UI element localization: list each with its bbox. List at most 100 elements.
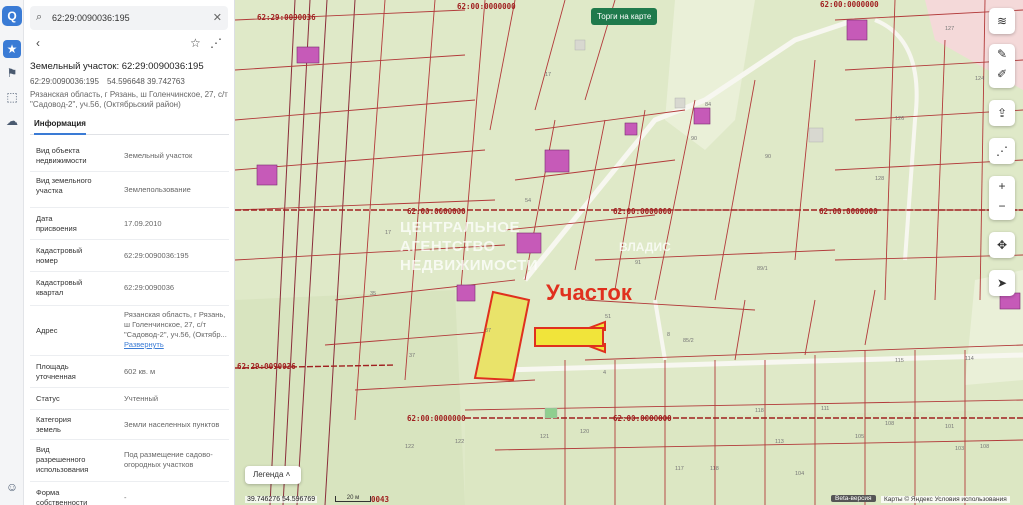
chevron-up-icon: ˄ — [285, 470, 291, 479]
svg-text:89/1: 89/1 — [757, 266, 768, 272]
property-label: Вид земельного участка — [36, 176, 92, 195]
svg-text:4: 4 — [603, 370, 606, 376]
user-icon[interactable]: ☺ — [3, 478, 21, 496]
property-label: Адрес — [36, 326, 58, 335]
svg-text:118: 118 — [710, 466, 719, 472]
svg-text:127: 127 — [945, 26, 954, 32]
share-icon[interactable]: ⋰ — [210, 36, 222, 50]
svg-text:101: 101 — [945, 424, 954, 430]
torgi-button[interactable]: Торги на карте — [591, 8, 658, 25]
tabs: Информация — [30, 117, 229, 135]
beta-badge: Beta-версия — [831, 495, 876, 502]
pencil-icon[interactable]: ✎ — [997, 47, 1007, 61]
watermark-vladis: ВЛАДИС — [619, 240, 671, 254]
property-label: Кадастровый номер — [36, 246, 83, 265]
property-value: Под размещение садово-огородных участков — [124, 450, 213, 469]
search-box[interactable]: ⌕ 62:29:0090036:195 ✕ — [30, 6, 228, 30]
edit-tools[interactable]: ✎ ✐ — [989, 44, 1015, 88]
svg-text:17: 17 — [545, 72, 551, 78]
expand-link[interactable]: Развернуть — [124, 340, 228, 350]
svg-text:104: 104 — [795, 471, 804, 477]
svg-text:124: 124 — [975, 76, 984, 82]
arrow-shaft — [534, 327, 604, 347]
select-icon[interactable]: ⬚ — [3, 88, 21, 106]
left-rail: Q ★ ⚑ ⬚ ☁ ☺ — [0, 0, 24, 505]
svg-text:54: 54 — [525, 198, 531, 204]
cloud-upload-icon[interactable]: ⇪ — [989, 100, 1015, 126]
legend-label: Легенда — [253, 470, 284, 479]
building — [624, 122, 638, 136]
star-icon[interactable]: ★ — [3, 40, 21, 58]
svg-text:37: 37 — [409, 353, 415, 359]
property-row: Вид объекта недвижимости Земельный участо… — [30, 140, 229, 172]
property-label: Вид разрешенного использования — [36, 445, 89, 474]
favorite-star-icon[interactable]: ☆ — [190, 36, 201, 50]
structure — [674, 97, 686, 109]
property-label: Площадь уточненная — [36, 362, 76, 381]
svg-text:108: 108 — [885, 421, 894, 427]
svg-text:84: 84 — [705, 102, 711, 108]
property-value: 602 кв. м — [124, 367, 156, 376]
panel-nav: ‹ ☆ ⋰ — [24, 36, 234, 54]
svg-text:108: 108 — [980, 444, 989, 450]
parcel-number[interactable]: 62:29:0090036:195 — [30, 77, 99, 86]
building — [544, 149, 570, 173]
map-copyright[interactable]: Карты © Яндекс Условия использования — [881, 496, 1010, 503]
svg-text:90: 90 — [691, 136, 697, 142]
close-icon[interactable]: ✕ — [213, 11, 222, 24]
zoom-in-icon[interactable]: + — [998, 179, 1005, 193]
svg-text:17: 17 — [385, 230, 391, 236]
svg-text:37: 37 — [485, 328, 491, 334]
watermark-line: ЦЕНТРАЛЬНОЕ — [400, 219, 520, 236]
svg-text:85/2: 85/2 — [683, 338, 694, 344]
cadastral-label: 62:29:0090036 — [237, 362, 296, 371]
parcel-coords[interactable]: 54.596648 39.742763 — [107, 77, 185, 86]
edit-icon[interactable]: ✐ — [997, 67, 1007, 81]
property-value: Учтенный — [124, 394, 159, 403]
svg-text:8: 8 — [667, 332, 670, 338]
app-logo[interactable]: Q — [2, 6, 22, 26]
cadastral-label: 62:00:0000000 — [613, 414, 672, 423]
legend-button[interactable]: Легенда ˄ — [245, 466, 301, 484]
structure — [808, 127, 824, 143]
zoom-out-icon[interactable]: − — [998, 199, 1005, 213]
watermark-line: АГЕНТСТВО — [400, 238, 496, 255]
building — [846, 19, 868, 41]
building — [693, 107, 711, 125]
zoom-control[interactable]: + − — [989, 176, 1015, 220]
parcel-title: Земельный участок: 62:29:0090036:195 — [30, 61, 204, 72]
svg-text:122: 122 — [405, 444, 414, 450]
property-row: Форма собственности - — [30, 482, 229, 505]
watermark-line: НЕДВИЖИМОСТИ — [400, 257, 539, 274]
parcel-sub: 62:29:0090036:195 54.596648 39.742763 — [30, 77, 185, 86]
property-row: Кадастровый номер 62:29:0090036:195 — [30, 240, 229, 272]
flag-icon[interactable]: ⚑ — [3, 64, 21, 82]
cadastral-label: 62:00:0000000 — [819, 207, 878, 216]
svg-text:128: 128 — [875, 176, 884, 182]
layers-icon[interactable]: ≋ — [989, 8, 1015, 34]
back-icon[interactable]: ‹ — [36, 36, 40, 50]
move-icon[interactable]: ✥ — [989, 232, 1015, 258]
tab-info[interactable]: Информация — [34, 119, 86, 135]
watermark-logo: ЦЕНТРАЛЬНОЕ АГЕНТСТВО НЕДВИЖИМОСТИ — [400, 218, 538, 275]
svg-text:103: 103 — [955, 446, 964, 452]
search-input[interactable]: 62:29:0090036:195 — [52, 13, 130, 23]
share-network-icon[interactable]: ⋰ — [989, 138, 1015, 164]
svg-text:121: 121 — [540, 434, 549, 440]
map-area-field — [465, 410, 1023, 505]
cadastral-label: 62:00:0000000 — [407, 207, 466, 216]
property-label: Дата присвоения — [36, 214, 77, 233]
property-value: - — [124, 493, 127, 502]
property-label: Категория земель — [36, 415, 72, 434]
property-row: Дата присвоения 17.09.2010 — [30, 208, 229, 240]
info-panel: ⌕ 62:29:0090036:195 ✕ ‹ ☆ ⋰ Земельный уч… — [24, 0, 235, 505]
cadastral-label: 0043 — [371, 495, 390, 504]
search-icon: ⌕ — [36, 11, 43, 23]
svg-text:115: 115 — [895, 358, 904, 364]
map-view[interactable]: 17 17 35 37 84 90 90 37 51 54 85/2 91 89/1 8 4 115… — [235, 0, 1023, 505]
property-label: Форма собственности — [36, 488, 88, 505]
parcel-address: Рязанская область, г Рязань, ш Голенчинс… — [30, 90, 228, 109]
cloud-icon[interactable]: ☁ — [3, 112, 21, 130]
property-label: Вид объекта недвижимости — [36, 146, 87, 165]
location-arrow-icon[interactable]: ➤ — [989, 270, 1015, 296]
